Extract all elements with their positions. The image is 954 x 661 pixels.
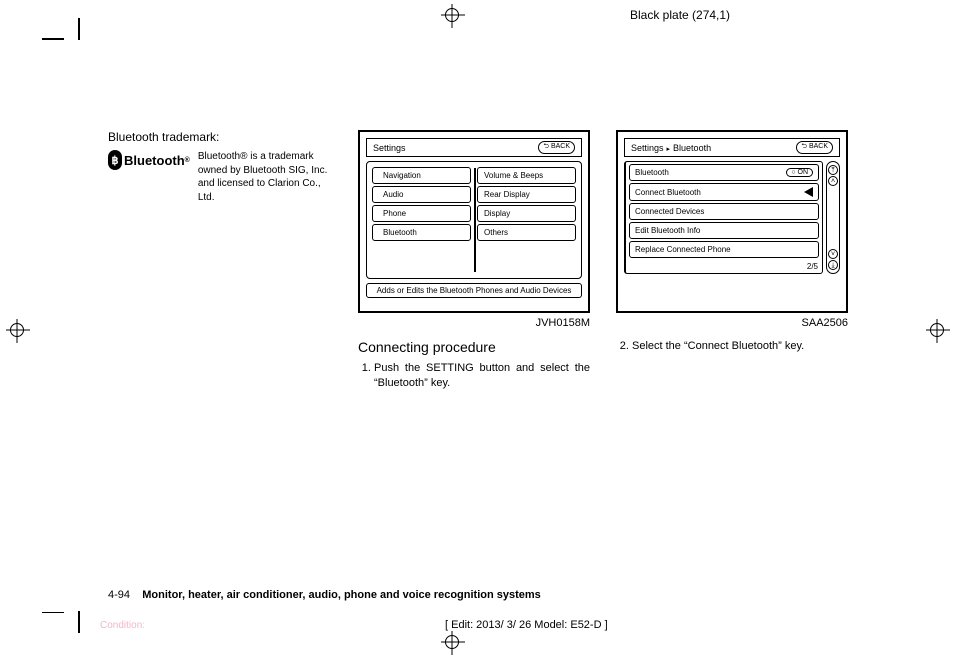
page-footer: 4-94 Monitor, heater, air conditioner, a… (108, 589, 848, 601)
bluetooth-logo-text: Bluetooth (124, 153, 185, 168)
bt-item-connected-devices[interactable]: Connected Devices (629, 203, 819, 220)
settings-screen-figure: Settings ⮌ BACK Navigation Audio Phone B… (358, 130, 590, 313)
connecting-procedure-heading: Connecting procedure (358, 339, 590, 355)
back-button[interactable]: ⮌ BACK (796, 141, 833, 154)
back-button[interactable]: ⮌ BACK (538, 141, 575, 154)
scroll-bar[interactable]: ⤒ ˄ ˅ ⤓ (826, 161, 840, 274)
bluetooth-screen-figure: SettingsBluetooth ⮌ BACK Bluetooth ON Co… (616, 130, 848, 313)
step-1: Push the SETTING button and select the “… (374, 361, 590, 392)
screen-title: Settings (373, 143, 406, 153)
registered-mark: ® (185, 157, 190, 164)
bt-item-edit-info[interactable]: Edit Bluetooth Info (629, 222, 819, 239)
figure-2-label: SAA2506 (616, 317, 848, 329)
crop-corner-bottom-left (72, 599, 94, 621)
column-figure-1: Settings ⮌ BACK Navigation Audio Phone B… (358, 130, 590, 392)
menu-item-rear-display[interactable]: Rear Display (477, 186, 576, 203)
menu-item-navigation[interactable]: Navigation (372, 167, 471, 184)
step-2: Select the “Connect Bluetooth” key. (632, 339, 848, 354)
column-figure-2: SettingsBluetooth ⮌ BACK Bluetooth ON Co… (616, 130, 848, 392)
scroll-up-icon[interactable]: ˄ (828, 176, 838, 186)
page-number: 4-94 (108, 589, 130, 601)
registration-mark-right (930, 323, 944, 337)
bt-item-replace-phone[interactable]: Replace Connected Phone (629, 241, 819, 258)
trademark-text: Bluetooth® is a trademark owned by Bluet… (198, 150, 332, 204)
edit-info: [ Edit: 2013/ 3/ 26 Model: E52-D ] (445, 619, 608, 631)
on-toggle[interactable]: ON (786, 168, 813, 177)
plate-label: Black plate (274,1) (630, 8, 730, 22)
condition-label: Condition: (100, 620, 145, 631)
breadcrumb: SettingsBluetooth (631, 143, 711, 153)
menu-item-audio[interactable]: Audio (372, 186, 471, 203)
bt-item-connect[interactable]: Connect Bluetooth (629, 183, 819, 201)
registration-mark-bottom (445, 635, 459, 649)
menu-item-volume[interactable]: Volume & Beeps (477, 167, 576, 184)
section-title: Monitor, heater, air conditioner, audio,… (142, 589, 541, 601)
bluetooth-icon: ฿ (108, 150, 122, 170)
bluetooth-logo: ฿ Bluetooth® (108, 150, 190, 170)
pointer-arrow-icon (804, 187, 813, 197)
menu-item-phone[interactable]: Phone (372, 205, 471, 222)
page-counter: 2/5 (626, 260, 822, 273)
registration-mark-left (10, 323, 24, 337)
figure-1-label: JVH0158M (358, 317, 590, 329)
menu-item-bluetooth[interactable]: Bluetooth (372, 224, 471, 241)
scroll-down-icon[interactable]: ˅ (828, 249, 838, 259)
scroll-top-icon[interactable]: ⤒ (828, 165, 838, 175)
column-trademark: Bluetooth trademark: ฿ Bluetooth® Blueto… (108, 130, 332, 392)
scroll-bottom-icon[interactable]: ⤓ (828, 260, 838, 270)
menu-item-display[interactable]: Display (477, 205, 576, 222)
crop-corner-top-left (72, 30, 94, 52)
trademark-heading: Bluetooth trademark: (108, 130, 332, 144)
status-bar-text: Adds or Edits the Bluetooth Phones and A… (366, 283, 582, 298)
bt-item-bluetooth[interactable]: Bluetooth ON (629, 164, 819, 181)
registration-mark-top (445, 8, 459, 22)
menu-item-others[interactable]: Others (477, 224, 576, 241)
